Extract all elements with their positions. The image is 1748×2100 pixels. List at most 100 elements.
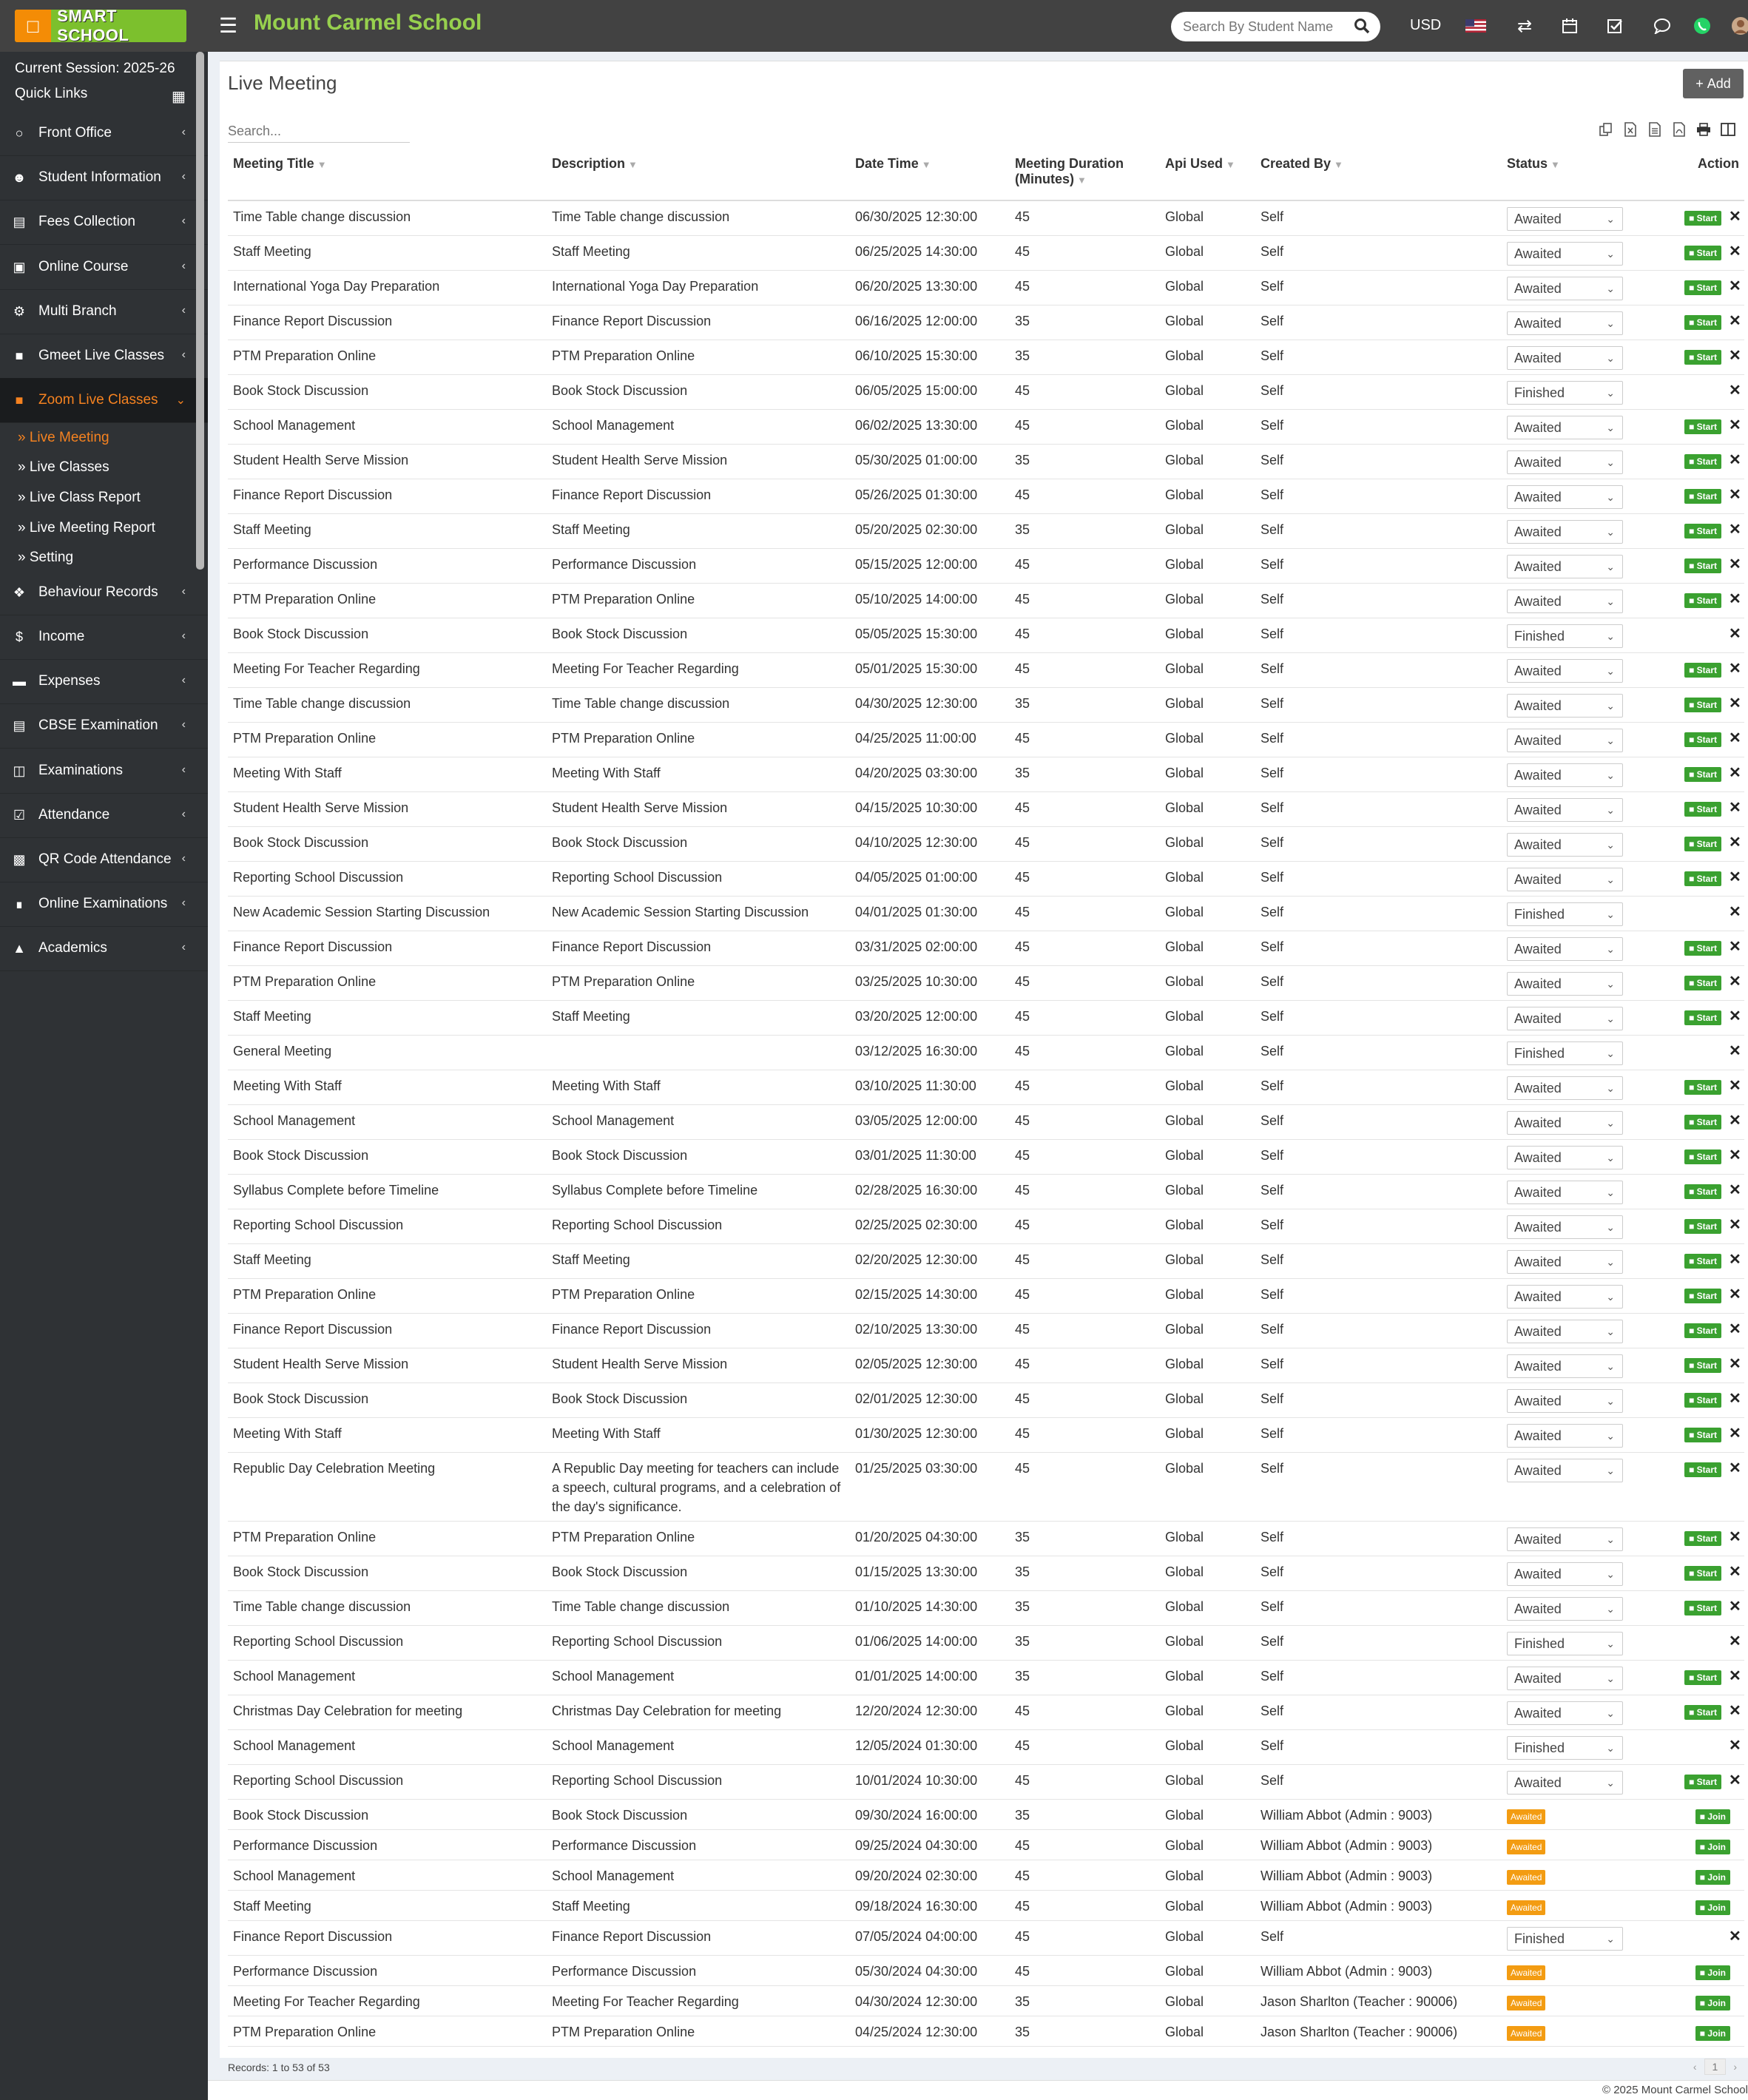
delete-icon[interactable]: ✕	[1729, 1041, 1741, 1061]
status-select[interactable]: Awaited ⌄	[1507, 1459, 1623, 1482]
status-select[interactable]: Awaited ⌄	[1507, 590, 1623, 613]
join-button[interactable]: ■ Join	[1695, 1965, 1730, 1980]
status-select[interactable]: Awaited ⌄	[1507, 1181, 1623, 1204]
status-select[interactable]: Awaited ⌄	[1507, 798, 1623, 822]
status-select[interactable]: Awaited ⌄	[1507, 1215, 1623, 1239]
start-button[interactable]: ■ Start	[1684, 350, 1721, 365]
us-flag-icon[interactable]	[1463, 13, 1488, 38]
join-button[interactable]: ■ Join	[1695, 1870, 1730, 1885]
start-button[interactable]: ■ Start	[1684, 1184, 1721, 1199]
start-button[interactable]: ■ Start	[1684, 1254, 1721, 1269]
start-button[interactable]: ■ Start	[1684, 1531, 1721, 1546]
sidebar-item-attendance[interactable]: ☑ Attendance ‹	[0, 793, 208, 838]
delete-icon[interactable]: ✕	[1729, 902, 1741, 922]
status-select[interactable]: Awaited ⌄	[1507, 763, 1623, 787]
delete-icon[interactable]: ✕	[1729, 1632, 1741, 1651]
copy-icon[interactable]	[1597, 121, 1615, 138]
start-button[interactable]: ■ Start	[1684, 1462, 1721, 1477]
delete-icon[interactable]: ✕	[1729, 346, 1741, 365]
delete-icon[interactable]: ✕	[1729, 1076, 1741, 1095]
delete-icon[interactable]: ✕	[1729, 277, 1741, 296]
status-select[interactable]: Awaited ⌄	[1507, 868, 1623, 891]
start-button[interactable]: ■ Start	[1684, 663, 1721, 678]
start-button[interactable]: ■ Start	[1684, 1115, 1721, 1130]
app-logo[interactable]: □ SMART SCHOOL	[15, 7, 186, 44]
sidebar-item-online-course[interactable]: ▣ Online Course ‹	[0, 245, 208, 290]
start-button[interactable]: ■ Start	[1684, 211, 1721, 226]
status-select[interactable]: Awaited ⌄	[1507, 1597, 1623, 1621]
status-select[interactable]: Awaited ⌄	[1507, 937, 1623, 961]
join-button[interactable]: ■ Join	[1695, 1996, 1730, 2010]
status-select[interactable]: Awaited ⌄	[1507, 1667, 1623, 1690]
delete-icon[interactable]: ✕	[1729, 763, 1741, 783]
add-button[interactable]: + Add	[1683, 69, 1744, 98]
next-page-icon[interactable]: ›	[1733, 2061, 1737, 2073]
sidebar-item-expenses[interactable]: ▬ Expenses ‹	[0, 659, 208, 704]
delete-icon[interactable]: ✕	[1729, 833, 1741, 852]
delete-icon[interactable]: ✕	[1729, 311, 1741, 331]
start-button[interactable]: ■ Start	[1684, 1393, 1721, 1408]
join-button[interactable]: ■ Join	[1695, 2026, 1730, 2041]
submenu-item-live-meeting[interactable]: » Live Meeting	[18, 430, 109, 446]
start-button[interactable]: ■ Start	[1684, 1566, 1721, 1581]
status-select[interactable]: Awaited ⌄	[1507, 694, 1623, 718]
delete-icon[interactable]: ✕	[1729, 242, 1741, 261]
status-select[interactable]: Awaited ⌄	[1507, 277, 1623, 300]
delete-icon[interactable]: ✕	[1729, 485, 1741, 504]
start-button[interactable]: ■ Start	[1684, 593, 1721, 608]
delete-icon[interactable]: ✕	[1729, 1215, 1741, 1235]
status-select[interactable]: Awaited ⌄	[1507, 1007, 1623, 1030]
status-select[interactable]: Finished ⌄	[1507, 1736, 1623, 1760]
status-select[interactable]: Awaited ⌄	[1507, 1354, 1623, 1378]
status-select[interactable]: Awaited ⌄	[1507, 1320, 1623, 1343]
sidebar-item-fees-collection[interactable]: ▤ Fees Collection ‹	[0, 200, 208, 245]
status-select[interactable]: Awaited ⌄	[1507, 311, 1623, 335]
col-header-created-by[interactable]: Created By ▼	[1255, 150, 1502, 201]
status-select[interactable]: Finished ⌄	[1507, 624, 1623, 648]
sidebar-item-front-office[interactable]: ○ Front Office ‹	[0, 111, 208, 156]
delete-icon[interactable]: ✕	[1729, 1459, 1741, 1478]
delete-icon[interactable]: ✕	[1729, 520, 1741, 539]
status-select[interactable]: Awaited ⌄	[1507, 555, 1623, 578]
submenu-item-live-meeting-report[interactable]: » Live Meeting Report	[18, 520, 155, 536]
delete-icon[interactable]: ✕	[1729, 1354, 1741, 1374]
start-button[interactable]: ■ Start	[1684, 1670, 1721, 1685]
student-search-input[interactable]	[1183, 18, 1349, 35]
join-button[interactable]: ■ Join	[1695, 1809, 1730, 1824]
submenu-item-live-classes[interactable]: » Live Classes	[18, 459, 109, 476]
menu-toggle-icon[interactable]: ☰	[219, 15, 237, 37]
status-select[interactable]: Awaited ⌄	[1507, 1250, 1623, 1274]
search-icon[interactable]	[1354, 18, 1370, 38]
delete-icon[interactable]: ✕	[1729, 659, 1741, 678]
delete-icon[interactable]: ✕	[1729, 798, 1741, 817]
delete-icon[interactable]: ✕	[1729, 1597, 1741, 1616]
delete-icon[interactable]: ✕	[1729, 1701, 1741, 1721]
start-button[interactable]: ■ Start	[1684, 315, 1721, 330]
page-number[interactable]: 1	[1704, 2059, 1727, 2075]
col-header-meeting-duration-minutes[interactable]: Meeting Duration (Minutes) ▼	[1010, 150, 1160, 201]
status-select[interactable]: Awaited ⌄	[1507, 1076, 1623, 1100]
delete-icon[interactable]: ✕	[1729, 972, 1741, 991]
submenu-item-setting[interactable]: » Setting	[18, 550, 73, 566]
delete-icon[interactable]: ✕	[1729, 868, 1741, 887]
status-select[interactable]: Awaited ⌄	[1507, 833, 1623, 857]
delete-icon[interactable]: ✕	[1729, 729, 1741, 748]
start-button[interactable]: ■ Start	[1684, 524, 1721, 538]
status-select[interactable]: Awaited ⌄	[1507, 1111, 1623, 1135]
user-avatar[interactable]	[1728, 13, 1748, 38]
currency-selector[interactable]: USD	[1410, 17, 1441, 34]
start-button[interactable]: ■ Start	[1684, 1149, 1721, 1164]
delete-icon[interactable]: ✕	[1729, 1181, 1741, 1200]
delete-icon[interactable]: ✕	[1729, 207, 1741, 226]
status-select[interactable]: Awaited ⌄	[1507, 346, 1623, 370]
sidebar-item-academics[interactable]: ▲ Academics ‹	[0, 926, 208, 971]
pdf-icon[interactable]	[1670, 121, 1688, 138]
calendar-icon[interactable]	[1557, 13, 1582, 38]
start-button[interactable]: ■ Start	[1684, 1010, 1721, 1025]
status-select[interactable]: Finished ⌄	[1507, 381, 1623, 405]
status-select[interactable]: Awaited ⌄	[1507, 242, 1623, 266]
delete-icon[interactable]: ✕	[1729, 1771, 1741, 1790]
sidebar-item-income[interactable]: $ Income ‹	[0, 615, 208, 660]
sidebar-item-zoom-live-classes[interactable]: ■ Zoom Live Classes ⌄	[0, 378, 208, 423]
quick-links-label[interactable]: Quick Links	[15, 86, 87, 102]
